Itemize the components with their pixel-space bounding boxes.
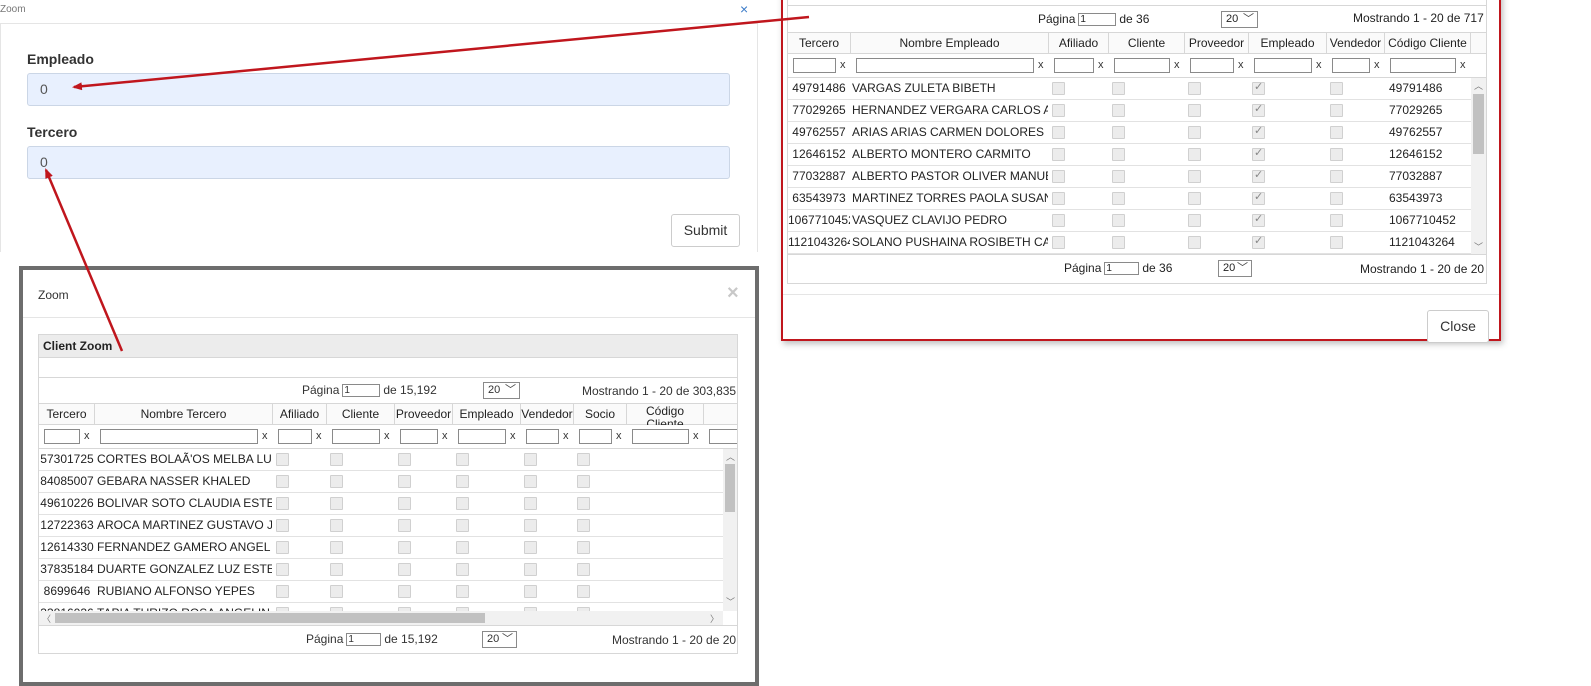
red-arrow-icon [44,168,124,352]
annotation-arrows [44,15,810,352]
red-arrow-icon [72,15,810,91]
